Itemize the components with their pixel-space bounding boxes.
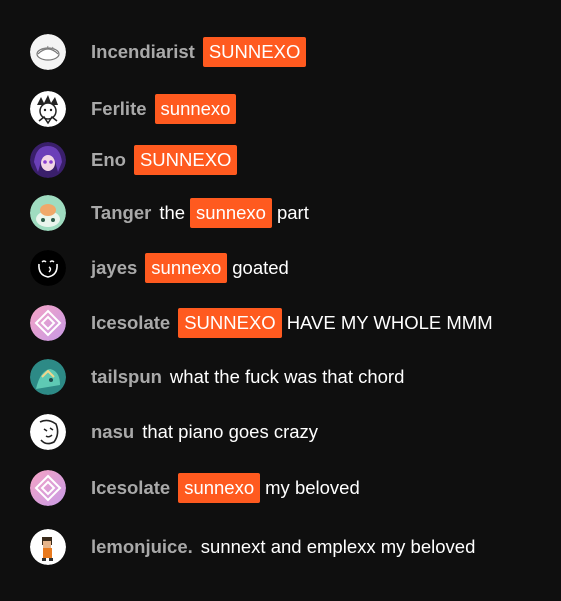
- highlighted-text: sunnexo: [145, 253, 228, 283]
- highlighted-text: sunnexo: [178, 473, 261, 503]
- message-text: goated: [232, 257, 289, 278]
- green-creature-avatar-icon[interactable]: [30, 195, 66, 231]
- chat-message: Incendiarist SUNNEXO: [0, 32, 561, 72]
- purple-anime-avatar-icon[interactable]: [30, 142, 66, 178]
- chat-author[interactable]: Incendiarist: [91, 41, 195, 63]
- manga-character-avatar-icon[interactable]: [30, 91, 66, 127]
- chat-author[interactable]: Eno: [91, 149, 126, 171]
- chat-author[interactable]: Tanger: [91, 202, 151, 224]
- chat-message: Ferlite sunnexo: [0, 89, 561, 129]
- highlighted-text: SUNNEXO: [133, 145, 238, 175]
- chat-author[interactable]: Icesolate: [91, 477, 170, 499]
- chat-author[interactable]: lemonjuice.: [91, 536, 193, 558]
- highlighted-text: SUNNEXO: [202, 37, 307, 67]
- highlighted-text: sunnexo: [154, 94, 237, 124]
- pixel-character-avatar-icon[interactable]: [30, 529, 66, 565]
- chat-author[interactable]: jayes: [91, 257, 137, 279]
- chat-message: Tanger the sunnexo part: [0, 193, 561, 233]
- chat-message: tailspun what the fuck was that chord: [0, 357, 561, 397]
- chat-author[interactable]: tailspun: [91, 366, 162, 388]
- highlighted-text: sunnexo: [190, 198, 272, 228]
- pink-diamond-avatar-icon[interactable]: [30, 470, 66, 506]
- message-text: the: [159, 202, 186, 223]
- live-chat-feed: Incendiarist SUNNEXO Ferlite sunnexo Eno…: [0, 0, 561, 601]
- chat-message: Eno SUNNEXO: [0, 140, 561, 180]
- pink-diamond-avatar-icon[interactable]: [30, 305, 66, 341]
- chat-author[interactable]: Icesolate: [91, 312, 170, 334]
- highlighted-text: SUNNEXO: [178, 308, 282, 338]
- smiley-sketch-avatar-icon[interactable]: [30, 250, 66, 286]
- chat-message: Icesolate SUNNEXO HAVE MY WHOLE MMM: [0, 303, 561, 343]
- sleeping-figure-avatar-icon[interactable]: [30, 34, 66, 70]
- chat-message: jayes sunnexo goated: [0, 248, 561, 288]
- chat-message: lemonjuice. sunnext and emplexx my belov…: [0, 527, 561, 567]
- message-text: part: [276, 202, 309, 223]
- teal-fox-avatar-icon[interactable]: [30, 359, 66, 395]
- ink-face-avatar-icon[interactable]: [30, 414, 66, 450]
- message-text: that piano goes crazy: [142, 421, 319, 442]
- message-text: what the fuck was that chord: [169, 366, 405, 387]
- chat-author[interactable]: nasu: [91, 421, 134, 443]
- message-text: sunnext and emplexx my beloved: [200, 536, 476, 557]
- message-text: my beloved: [265, 477, 360, 498]
- chat-message: Icesolate sunnexo my beloved: [0, 468, 561, 508]
- chat-message: nasu that piano goes crazy: [0, 412, 561, 452]
- message-text: HAVE MY WHOLE MMM: [286, 312, 493, 333]
- chat-author[interactable]: Ferlite: [91, 98, 147, 120]
